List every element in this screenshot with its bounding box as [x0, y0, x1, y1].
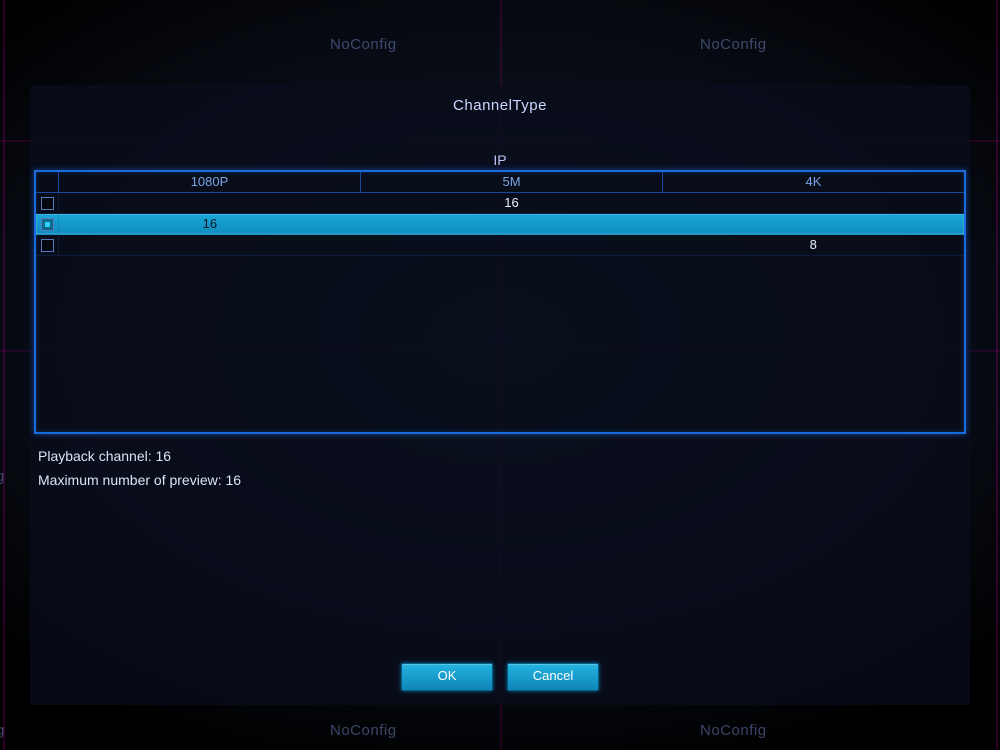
checkbox-icon[interactable] — [41, 239, 54, 252]
row-checkbox-cell[interactable] — [36, 235, 59, 255]
cell-1080p: 16 — [59, 214, 361, 234]
table-header-row: 1080P 5M 4K — [36, 172, 964, 193]
bg-label-noconfig: NoConfig — [700, 722, 767, 739]
info-block: Playback channel: 16 Maximum number of p… — [38, 444, 962, 492]
bg-label-noconfig: NoConfig — [330, 722, 397, 739]
checkbox-icon[interactable] — [41, 197, 54, 210]
table-row[interactable]: 16 — [36, 214, 964, 235]
playback-channel-label: Playback channel: 16 — [38, 444, 962, 468]
channel-table: 1080P 5M 4K 16 16 — [34, 170, 966, 434]
cell-4k: 8 — [662, 235, 964, 255]
col-header-5m: 5M — [361, 172, 663, 192]
ok-button[interactable]: OK — [401, 663, 493, 691]
table-row[interactable]: 8 — [36, 235, 964, 256]
cell-5m: 16 — [361, 193, 663, 213]
dialog-title: ChannelType — [30, 85, 970, 114]
header-checkbox-col — [36, 172, 59, 192]
max-preview-label: Maximum number of preview: 16 — [38, 468, 962, 492]
table-row[interactable]: 16 — [36, 193, 964, 214]
dialog-button-bar: OK Cancel — [30, 663, 970, 691]
checkbox-icon[interactable] — [41, 218, 54, 231]
bg-label-fragment: g — [0, 722, 5, 739]
col-header-4k: 4K — [663, 172, 964, 192]
col-header-1080p: 1080P — [59, 172, 361, 192]
table-group-label: IP — [30, 152, 970, 168]
bg-label-noconfig: NoConfig — [330, 36, 397, 53]
bg-label-noconfig: NoConfig — [700, 36, 767, 53]
row-checkbox-cell[interactable] — [36, 193, 59, 213]
row-checkbox-cell[interactable] — [36, 214, 59, 234]
cancel-button[interactable]: Cancel — [507, 663, 599, 691]
bg-label-fragment: g — [0, 468, 5, 485]
channel-type-dialog: ChannelType IP 1080P 5M 4K 16 16 — [30, 85, 970, 705]
